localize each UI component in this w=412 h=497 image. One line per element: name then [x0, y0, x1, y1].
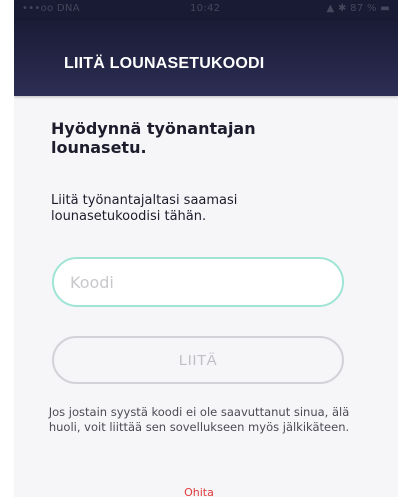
attach-button[interactable]: LIITÄ — [52, 336, 344, 384]
status-indicators: ▲ ✱ 87 % ▬ — [326, 3, 390, 14]
status-carrier: •••oo DNA — [22, 3, 80, 14]
status-bar: •••oo DNA 10:42 ▲ ✱ 87 % ▬ — [14, 0, 398, 20]
status-time: 10:42 — [190, 3, 221, 14]
code-input[interactable] — [52, 257, 344, 307]
info-note: Jos jostain syystä koodi ei ole saavutta… — [48, 405, 350, 434]
header-bar: LIITÄ LOUNASETUKOODI — [14, 20, 398, 96]
page-title: LIITÄ LOUNASETUKOODI — [64, 55, 265, 72]
heading: Hyödynnä työnantajan lounasetu. — [51, 119, 256, 157]
skip-link[interactable]: Ohita — [0, 486, 398, 497]
instruction-text: Liitä työnantajaltasi saamasi lounasetuk… — [51, 193, 238, 224]
